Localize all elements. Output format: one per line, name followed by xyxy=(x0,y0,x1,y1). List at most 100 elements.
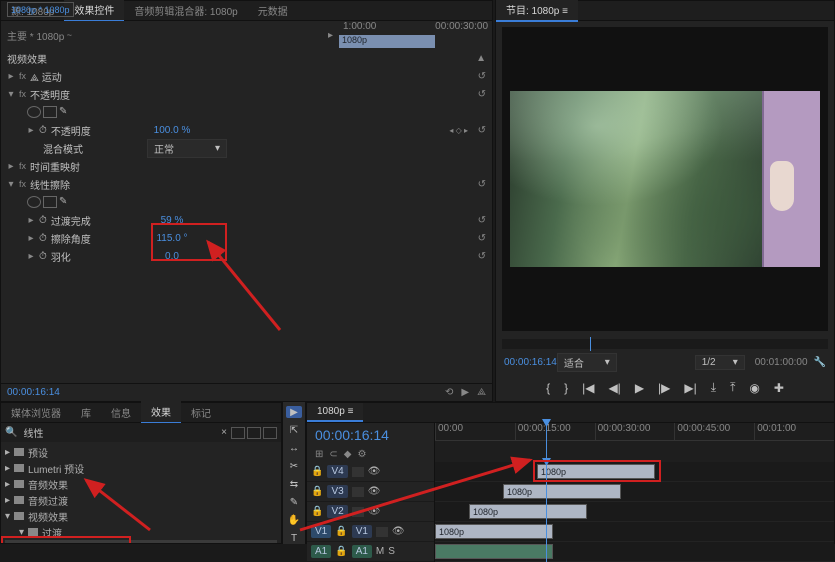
track-v4[interactable]: 🔒V4👁 xyxy=(307,462,434,482)
program-scrubber[interactable] xyxy=(502,339,828,349)
clip-v1[interactable]: 1080p xyxy=(435,524,553,539)
tree-audio-fx[interactable]: ▸音频效果 xyxy=(5,476,277,492)
track-v1[interactable]: V1🔒V1👁 xyxy=(307,522,434,542)
prop-opacity[interactable]: 不透明度 xyxy=(30,87,70,102)
track-area[interactable]: 1080p 1080p 1080p 1080p xyxy=(435,462,834,562)
eye-icon[interactable]: 👁 xyxy=(368,486,381,497)
track-select-tool[interactable]: ⇱ xyxy=(286,424,302,436)
prop-motion[interactable]: ⟁ 运动 xyxy=(30,69,62,84)
effects-search-input[interactable] xyxy=(21,425,217,440)
button-editor-button[interactable]: ✚ xyxy=(774,381,784,395)
prop-transition-complete[interactable]: 过渡完成 xyxy=(51,213,91,228)
track-v3[interactable]: 🔒V3👁 xyxy=(307,482,434,502)
tab-library[interactable]: 库 xyxy=(71,402,101,423)
tab-metadata[interactable]: 元数据 xyxy=(248,0,298,21)
lock-icon[interactable]: 🔒 xyxy=(311,466,323,477)
prop-opacity-value[interactable]: 不透明度 xyxy=(51,123,91,138)
export-frame-button[interactable]: ◉ xyxy=(749,381,759,395)
toggle-output-icon[interactable] xyxy=(352,487,364,497)
tree-presets[interactable]: ▸预设 xyxy=(5,444,277,460)
selection-tool[interactable]: ▶ xyxy=(286,406,302,418)
reset-icon[interactable]: ↺ xyxy=(478,71,486,82)
reset-icon[interactable]: ↺ xyxy=(478,251,486,262)
type-tool[interactable]: T xyxy=(286,532,302,544)
step-forward-button[interactable]: |▶ xyxy=(658,381,670,395)
clip-v2[interactable]: 1080p xyxy=(469,504,587,519)
extract-button[interactable]: ⤒ xyxy=(730,380,735,395)
marker-icon[interactable]: ◆ xyxy=(344,449,352,460)
tab-info[interactable]: 信息 xyxy=(101,402,141,423)
tree-lumetri[interactable]: ▸Lumetri 预设 xyxy=(5,460,277,476)
clip-v3[interactable]: 1080p xyxy=(503,484,621,499)
settings-icon[interactable]: ⚙ xyxy=(357,449,366,460)
reset-icon[interactable]: ↺ xyxy=(478,215,486,226)
tab-sequence[interactable]: 1080p ≡ xyxy=(307,403,363,422)
go-to-out-button[interactable]: ▶| xyxy=(684,381,696,395)
timeline-options[interactable]: ⊞ ⊂ ◆ ⚙ xyxy=(307,447,434,462)
keyframe-nav[interactable]: ◂ ◇ ▸ xyxy=(449,126,468,135)
timeline-playhead[interactable] xyxy=(546,423,547,462)
link-icon[interactable]: ⊂ xyxy=(329,449,337,460)
ec-timecode[interactable]: 00:00:16:14 xyxy=(7,387,60,398)
step-back-button[interactable]: ◀| xyxy=(608,381,620,395)
group-video-effects[interactable]: 视频效果 xyxy=(7,51,147,66)
mark-in-button[interactable]: { xyxy=(546,381,550,395)
program-timecode[interactable]: 00:00:16:14 xyxy=(504,357,557,368)
mask-shape-controls[interactable]: ✎ xyxy=(27,106,73,118)
play-button[interactable]: ▶ xyxy=(635,381,644,395)
prop-linear-wipe[interactable]: 线性擦除 xyxy=(30,177,70,192)
mark-out-button[interactable]: } xyxy=(564,381,568,395)
reset-icon[interactable]: ↺ xyxy=(478,125,486,136)
reset-icon[interactable]: ↺ xyxy=(478,233,486,244)
zoom-fit-dropdown[interactable]: 适合▾ xyxy=(557,353,617,372)
go-to-in-button[interactable]: |◀ xyxy=(582,381,594,395)
prop-wipe-angle[interactable]: 擦除角度 xyxy=(51,231,91,246)
lift-button[interactable]: ⤓ xyxy=(711,380,716,395)
filter-icon[interactable] xyxy=(263,427,277,439)
wrench-icon[interactable]: 🔧 xyxy=(814,357,826,368)
tab-media-browser[interactable]: 媒体浏览器 xyxy=(1,402,71,423)
ripple-tool[interactable]: ↔ xyxy=(286,442,302,454)
program-viewer[interactable] xyxy=(502,27,828,331)
lock-icon[interactable]: 🔒 xyxy=(311,506,323,517)
slip-tool[interactable]: ⇆ xyxy=(286,478,302,490)
pen-tool[interactable]: ✎ xyxy=(286,496,302,508)
blend-mode-dropdown[interactable]: 正常▾ xyxy=(147,139,227,158)
wrench-icon[interactable]: ⟁ xyxy=(477,387,486,398)
opacity-value[interactable]: 100.0 % xyxy=(147,125,197,136)
track-a1[interactable]: A1🔒A1MS xyxy=(307,542,434,562)
prop-feather[interactable]: 羽化 xyxy=(51,249,71,264)
eye-icon[interactable]: 👁 xyxy=(392,526,405,537)
play-only-icon[interactable]: ▶ xyxy=(461,387,469,398)
tab-markers[interactable]: 标记 xyxy=(181,402,221,423)
tab-program[interactable]: 节目: 1080p ≡ xyxy=(496,0,578,22)
prop-time-remap[interactable]: 时间重映射 xyxy=(30,159,80,174)
clip-a1[interactable] xyxy=(435,544,553,559)
lock-icon[interactable]: 🔒 xyxy=(311,486,323,497)
track-v2[interactable]: 🔒V2👁 xyxy=(307,502,434,522)
filter-icon[interactable] xyxy=(247,427,261,439)
toggle-output-icon[interactable] xyxy=(376,527,388,537)
timeline-timecode[interactable]: 00:00:16:14 xyxy=(307,423,434,447)
mask-shape-controls[interactable]: ✎ xyxy=(27,196,73,208)
hand-tool[interactable]: ✋ xyxy=(286,514,302,526)
snap-icon[interactable]: ⊞ xyxy=(315,449,323,460)
tree-audio-tr[interactable]: ▸音频过渡 xyxy=(5,492,277,508)
tree-video-fx[interactable]: ▾视频效果 xyxy=(5,508,277,524)
toggle-output-icon[interactable] xyxy=(352,467,364,477)
ec-mini-clip[interactable]: 1080p xyxy=(339,35,435,48)
razor-tool[interactable]: ✂ xyxy=(286,460,302,472)
clear-search-icon[interactable]: × xyxy=(221,427,227,438)
toggle-icon[interactable]: ⟲ xyxy=(445,387,453,398)
tab-effects[interactable]: 效果 xyxy=(141,401,181,424)
resolution-dropdown[interactable]: 1/2▾ xyxy=(695,355,745,370)
lock-icon[interactable]: 🔒 xyxy=(335,526,347,537)
timeline-ruler[interactable]: 00:0000:00:15:0000:00:30:0000:00:45:0000… xyxy=(435,423,834,441)
tab-audio-mixer[interactable]: 音频剪辑混合器: 1080p xyxy=(124,0,247,21)
eye-icon[interactable]: 👁 xyxy=(368,466,381,477)
toggle-output-icon[interactable] xyxy=(352,507,364,517)
filter-icon[interactable] xyxy=(231,427,245,439)
eye-icon[interactable]: 👁 xyxy=(368,506,381,517)
reset-icon[interactable]: ↺ xyxy=(478,89,486,100)
reset-icon[interactable]: ↺ xyxy=(478,179,486,190)
